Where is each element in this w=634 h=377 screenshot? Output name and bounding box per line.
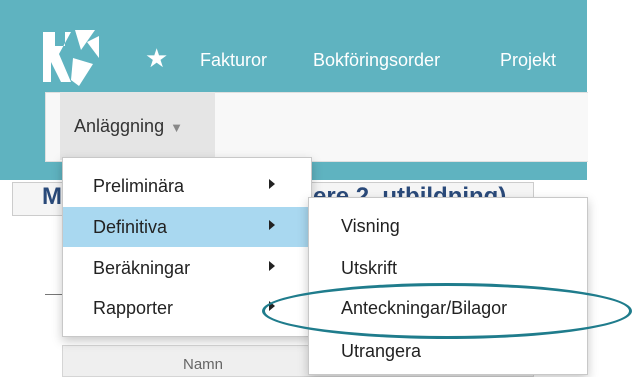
app-logo-icon[interactable] — [41, 28, 101, 88]
submenu-item-visning[interactable]: Visning — [309, 206, 587, 246]
menu-item-berakningar[interactable]: Beräkningar — [63, 248, 311, 288]
submenu-item-label: Utrangera — [341, 340, 422, 361]
nav-projekt[interactable]: Projekt — [500, 50, 556, 71]
chevron-right-icon — [269, 179, 275, 189]
submenu-item-label: Anteckningar/Bilagor — [341, 297, 508, 318]
menu-item-definitiva[interactable]: Definitiva — [63, 207, 311, 247]
submenu-item-utskrift[interactable]: Utskrift — [309, 248, 587, 288]
module-dropdown-menu: Preliminära Definitiva Beräkningar Rappo… — [62, 157, 312, 337]
menu-item-rapporter[interactable]: Rapporter — [63, 288, 311, 328]
submenu-item-label: Utskrift — [341, 257, 397, 278]
submenu-item-utrangera[interactable]: Utrangera — [309, 331, 587, 371]
caret-down-icon: ▼ — [170, 119, 183, 135]
menu-item-label: Rapporter — [93, 297, 174, 318]
nav-fakturor[interactable]: Fakturor — [200, 50, 267, 71]
menu-item-label: Preliminära — [93, 175, 185, 196]
chevron-right-icon — [269, 301, 275, 311]
module-dropdown-label: Anläggning — [74, 115, 165, 136]
module-dropdown-button[interactable]: Anläggning ▼ — [60, 92, 215, 160]
menu-item-preliminara[interactable]: Preliminära — [63, 166, 311, 206]
chevron-right-icon — [269, 261, 275, 271]
menu-item-label: Definitiva — [93, 216, 168, 237]
favorites-star-icon[interactable]: ★ — [145, 40, 168, 76]
nav-bokforingsorder[interactable]: Bokföringsorder — [313, 50, 440, 71]
chevron-right-icon — [269, 220, 275, 230]
column-header-namn[interactable]: Namn — [183, 356, 223, 373]
definitiva-submenu: Visning Utskrift Anteckningar/Bilagor Ut… — [308, 197, 588, 375]
submenu-item-anteckningar-bilagor[interactable]: Anteckningar/Bilagor — [309, 288, 587, 328]
menu-item-label: Beräkningar — [93, 257, 191, 278]
submenu-item-label: Visning — [341, 215, 400, 236]
page-title-initial: M — [42, 183, 62, 210]
